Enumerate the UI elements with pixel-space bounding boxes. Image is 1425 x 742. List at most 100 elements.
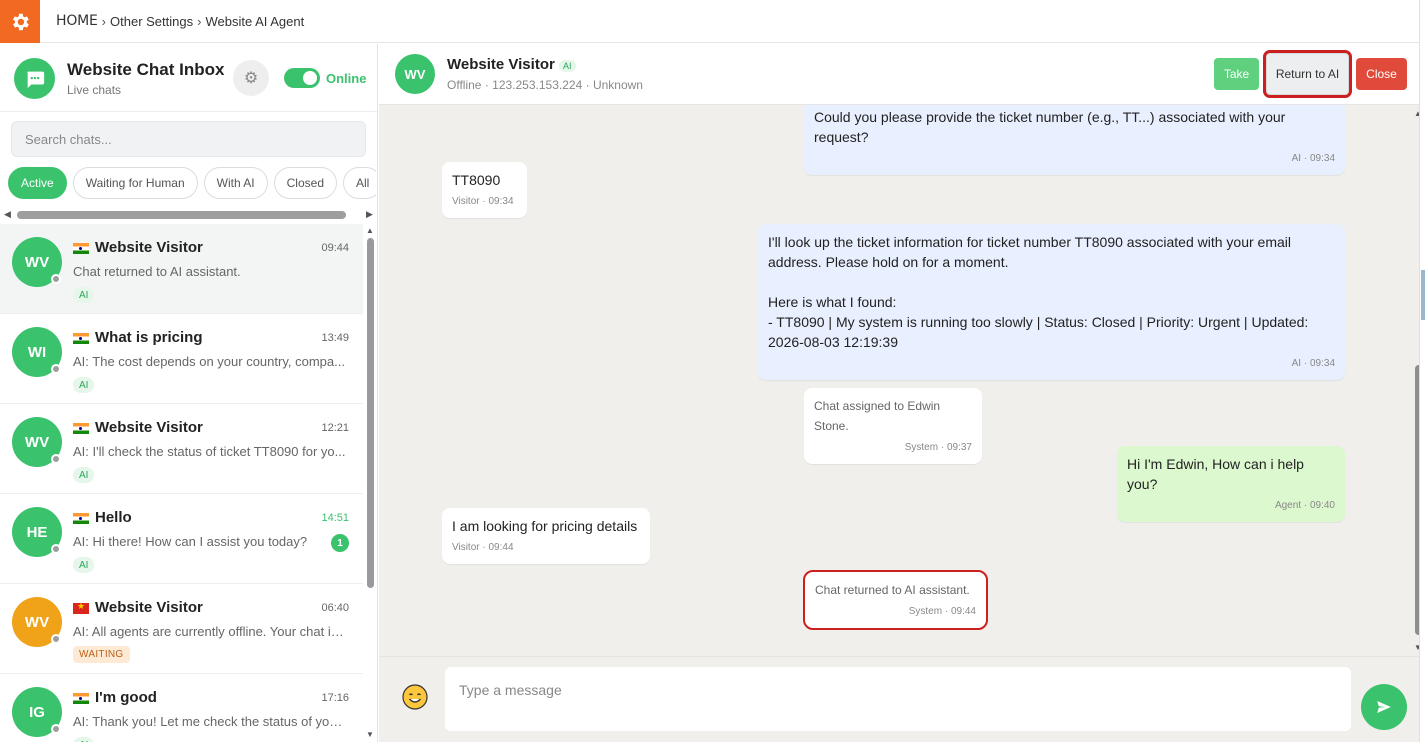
scrollbar-thumb[interactable] <box>367 238 374 588</box>
offline-dot <box>51 724 61 734</box>
take-button[interactable]: Take <box>1214 58 1259 90</box>
chevron-right-icon: › <box>101 13 107 29</box>
message-ai: Could you please provide the ticket numb… <box>804 105 1345 175</box>
visitor-meta: Offline · 123.253.153.224 · Unknown <box>447 78 643 92</box>
inbox-header: Website Chat Inbox Live chats ⚙ Online <box>0 44 377 112</box>
scroll-down-icon[interactable]: ▼ <box>366 730 374 739</box>
breadcrumb-home[interactable]: HOME <box>56 13 98 29</box>
message-text: I am looking for pricing details <box>452 518 638 534</box>
chat-list-item[interactable]: WV Website Visitor 06:40 AI: All agents … <box>0 584 363 674</box>
filter-with-ai[interactable]: With AI <box>203 167 268 199</box>
india-flag-icon <box>73 693 89 704</box>
chat-time: 06:40 <box>321 602 349 614</box>
filter-waiting-for-human[interactable]: Waiting for Human <box>72 167 198 199</box>
online-toggle[interactable] <box>284 68 320 88</box>
filter-closed[interactable]: Closed <box>273 167 337 199</box>
visitor-location: Unknown <box>592 78 643 92</box>
chevron-right-icon: › <box>197 13 202 29</box>
settings-logo-icon[interactable] <box>0 0 40 43</box>
chat-time: 14:51 <box>321 512 349 524</box>
filter-chips: Active Waiting for Human With AI Closed … <box>8 167 376 199</box>
chat-list-item[interactable]: WV Website Visitor 12:21 AI: I'll check … <box>0 404 363 494</box>
chat-list-item[interactable]: IG I'm good 17:16 AI: Thank you! Let me … <box>0 674 363 742</box>
chat-name: Hello <box>95 509 132 526</box>
chat-preview: Chat returned to AI assistant. <box>73 264 241 279</box>
scrollbar-thumb[interactable] <box>17 211 346 219</box>
offline-dot <box>51 544 61 554</box>
india-flag-icon <box>73 243 89 254</box>
chat-preview: AI: Thank you! Let me check the status o… <box>73 714 349 729</box>
filter-active[interactable]: Active <box>8 167 67 199</box>
message-agent: Hi I'm Edwin, How can i help you? Agent … <box>1117 446 1345 522</box>
chat-list: WV Website Visitor 09:44 Chat returned t… <box>0 224 363 742</box>
message-meta: AI · 09:34 <box>1291 358 1335 369</box>
chat-list-item[interactable]: WV Website Visitor 09:44 Chat returned t… <box>0 224 363 314</box>
waiting-badge: WAITING <box>73 646 130 663</box>
message-text: TT8090 <box>452 172 501 188</box>
unread-count-badge: 1 <box>331 534 349 552</box>
chat-name: Website Visitor <box>95 599 203 616</box>
message-meta: System · 09:37 <box>904 442 972 453</box>
send-icon[interactable] <box>1361 684 1407 730</box>
avatar: WI <box>12 327 62 377</box>
avatar: WV <box>12 237 62 287</box>
message-ai: I'll look up the ticket information for … <box>758 224 1345 380</box>
inbox-title: Website Chat Inbox <box>67 60 225 79</box>
breadcrumb: HOME › Other Settings › Website AI Agent <box>56 13 304 29</box>
offline-dot <box>51 364 61 374</box>
message-meta: Visitor · 09:34 <box>452 196 514 207</box>
offline-dot <box>51 634 61 644</box>
avatar: HE <box>12 507 62 557</box>
message-meta: System · 09:44 <box>908 606 976 617</box>
message-system: Chat returned to AI assistant. System · … <box>803 570 988 630</box>
message-list: Could you please provide the ticket numb… <box>379 105 1412 656</box>
top-bar: HOME › Other Settings › Website AI Agent <box>0 0 1425 43</box>
search-input[interactable]: Search chats... <box>11 121 366 157</box>
avatar: WV <box>12 417 62 467</box>
ai-tag: AI <box>559 60 576 72</box>
ai-badge: AI <box>73 377 95 393</box>
online-status-label: Online <box>326 71 367 86</box>
message-meta: AI · 09:34 <box>1291 153 1335 164</box>
conversation-panel: WV Website Visitor AI Offline · 123.253.… <box>379 44 1425 742</box>
scroll-up-icon[interactable]: ▲ <box>366 226 374 235</box>
chat-inbox-panel: Website Chat Inbox Live chats ⚙ Online S… <box>0 44 378 742</box>
message-input[interactable]: Type a message <box>445 667 1351 731</box>
message-meta: Agent · 09:40 <box>1274 500 1335 511</box>
chat-list-item[interactable]: HE Hello 14:51 AI: Hi there! How can I a… <box>0 494 363 584</box>
chat-list-scrollbar[interactable]: ▲ ▼ <box>364 224 377 742</box>
breadcrumb-current: Website AI Agent <box>205 13 305 29</box>
india-flag-icon <box>73 333 89 344</box>
offline-dot <box>51 454 61 464</box>
avatar: IG <box>12 687 62 737</box>
ai-badge: AI <box>73 467 95 483</box>
filter-all[interactable]: All <box>343 167 376 199</box>
emoji-icon[interactable] <box>401 683 429 711</box>
message-composer: Type a message <box>379 656 1425 742</box>
message-visitor: I am looking for pricing details Visitor… <box>442 508 650 564</box>
chat-name: What is pricing <box>95 329 203 346</box>
message-text: Chat assigned to Edwin Stone. <box>814 399 944 433</box>
return-to-ai-button[interactable]: Return to AI <box>1263 50 1352 98</box>
close-button[interactable]: Close <box>1356 58 1407 90</box>
breadcrumb-other-settings[interactable]: Other Settings <box>110 14 193 29</box>
visitor-name: Website Visitor <box>447 56 555 73</box>
chat-preview: AI: I'll check the status of ticket TT80… <box>73 444 346 459</box>
chat-name: Website Visitor <box>95 419 203 436</box>
visitor-avatar: WV <box>395 54 435 94</box>
ai-badge: AI <box>73 287 95 303</box>
scroll-left-icon[interactable]: ◀ <box>4 209 11 220</box>
chat-name: Website Visitor <box>95 239 203 256</box>
chat-preview: AI: The cost depends on your country, co… <box>73 354 345 369</box>
message-text: Could you please provide the ticket numb… <box>814 109 1290 145</box>
chat-list-item[interactable]: WI What is pricing 13:49 AI: The cost de… <box>0 314 363 404</box>
gear-icon[interactable]: ⚙ <box>233 60 269 96</box>
india-flag-icon <box>73 513 89 524</box>
scroll-right-icon[interactable]: ▶ <box>366 209 373 220</box>
vietnam-flag-icon <box>73 601 89 614</box>
message-text: Hi I'm Edwin, How can i help you? <box>1127 456 1308 492</box>
message-meta: Visitor · 09:44 <box>452 542 514 553</box>
visitor-status: Offline <box>447 78 482 92</box>
india-flag-icon <box>73 423 89 434</box>
filter-scrollbar[interactable]: ◀ ▶ <box>4 209 374 221</box>
